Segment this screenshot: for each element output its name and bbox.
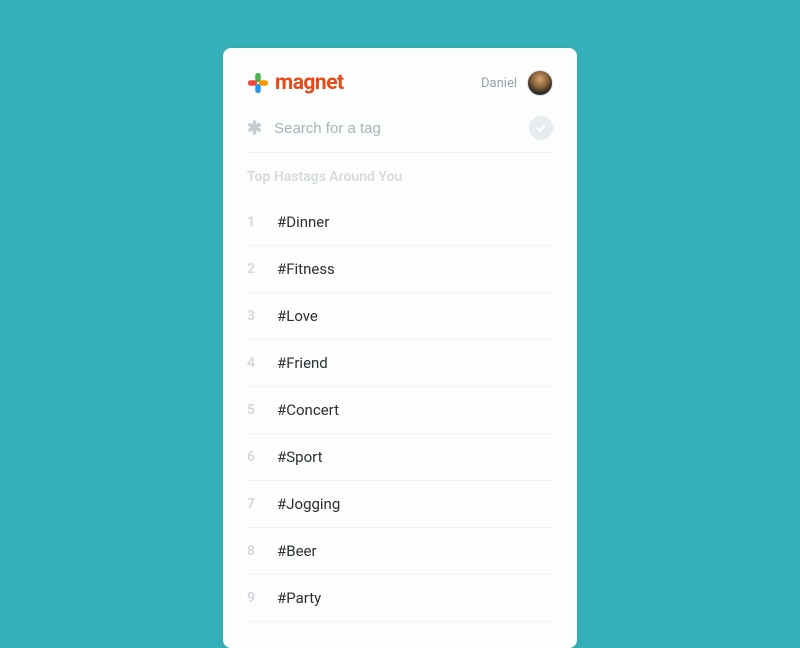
list-item[interactable]: 9 #Party <box>247 575 553 622</box>
list-item[interactable]: 7 #Jogging <box>247 481 553 528</box>
hashtag-label: #Dinner <box>277 213 329 231</box>
list-item[interactable]: 2 #Fitness <box>247 246 553 293</box>
logo[interactable]: magnet <box>247 71 344 95</box>
hashtag-label: #Jogging <box>277 495 340 513</box>
confirm-button[interactable] <box>529 116 553 140</box>
rank: 6 <box>247 449 259 465</box>
user-menu[interactable]: Daniel <box>481 70 553 96</box>
app-card: magnet Daniel ✱ Top Hastags Around You 1… <box>223 48 577 648</box>
user-name: Daniel <box>481 76 517 91</box>
hashtag-label: #Love <box>277 307 318 325</box>
rank: 4 <box>247 355 259 371</box>
list-item[interactable]: 1 #Dinner <box>247 199 553 246</box>
logo-text: magnet <box>275 71 344 95</box>
hashtag-icon: ✱ <box>247 118 262 139</box>
avatar <box>527 70 553 96</box>
rank: 3 <box>247 308 259 324</box>
search-input[interactable] <box>274 120 517 137</box>
list-item[interactable]: 6 #Sport <box>247 434 553 481</box>
header: magnet Daniel <box>247 70 553 96</box>
rank: 2 <box>247 261 259 277</box>
hashtag-label: #Sport <box>277 448 322 466</box>
check-icon <box>535 122 547 134</box>
list-item[interactable]: 4 #Friend <box>247 340 553 387</box>
list-item[interactable]: 8 #Beer <box>247 528 553 575</box>
rank: 1 <box>247 214 259 230</box>
rank: 8 <box>247 543 259 559</box>
list-item[interactable]: 5 #Concert <box>247 387 553 434</box>
hashtag-label: #Fitness <box>277 260 335 278</box>
hashtag-label: #Beer <box>277 542 317 560</box>
hashtag-label: #Concert <box>277 401 339 419</box>
rank: 5 <box>247 402 259 418</box>
hashtag-list: 1 #Dinner 2 #Fitness 3 #Love 4 #Friend 5… <box>247 199 553 622</box>
rank: 7 <box>247 496 259 512</box>
hashtag-label: #Friend <box>277 354 328 372</box>
section-title: Top Hastags Around You <box>247 169 553 185</box>
hashtag-label: #Party <box>277 589 321 607</box>
search-row: ✱ <box>247 116 553 153</box>
rank: 9 <box>247 590 259 606</box>
magnet-logo-icon <box>247 72 269 94</box>
list-item[interactable]: 3 #Love <box>247 293 553 340</box>
